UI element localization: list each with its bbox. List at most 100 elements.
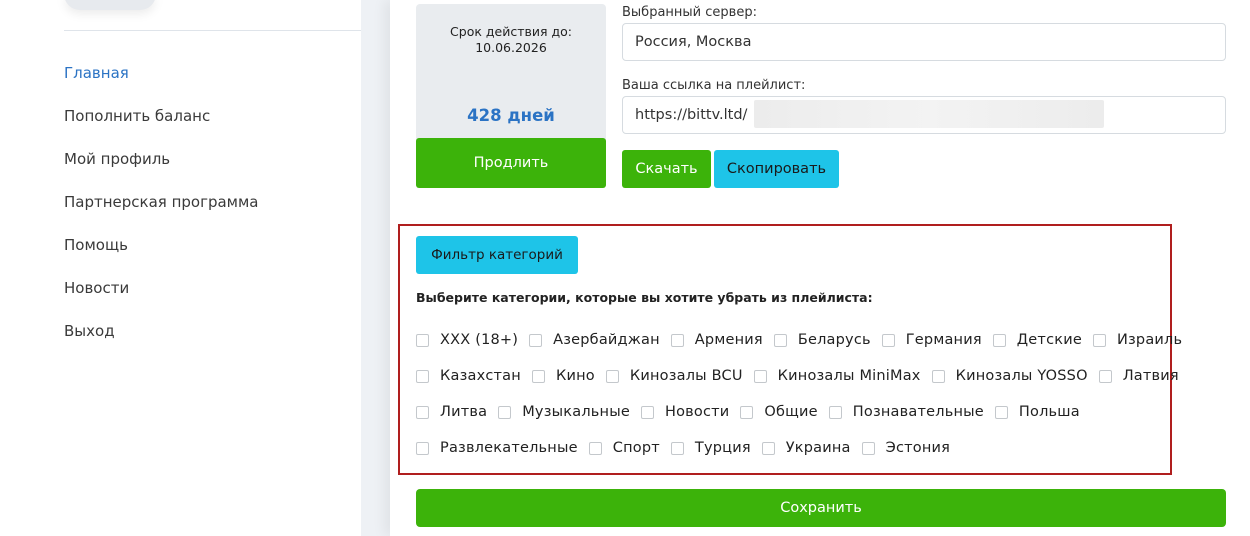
playlist-label: Ваша ссылка на плейлист: [622, 78, 806, 93]
category-checkbox[interactable] [670, 333, 684, 347]
category-label: Беларусь [797, 332, 871, 348]
redacted-link-mask [754, 100, 1104, 128]
category-checkbox[interactable] [931, 369, 945, 383]
category-option[interactable]: Литва [416, 404, 487, 420]
extend-button[interactable]: Продлить [416, 138, 606, 188]
page: Главная Пополнить баланс Мой профиль Пар… [0, 0, 1250, 536]
category-option[interactable]: Эстония [861, 440, 951, 456]
download-button[interactable]: Скачать [622, 150, 711, 188]
category-row: Развлекательные Спорт Турция Украина Эстония [416, 440, 961, 456]
expire-date: 10.06.2026 [475, 40, 547, 55]
category-label: Турция [694, 440, 751, 456]
category-option[interactable]: Польша [994, 404, 1080, 420]
category-checkbox[interactable] [740, 405, 754, 419]
category-checkbox[interactable] [531, 369, 545, 383]
category-label: Кинозалы YOSSO [955, 368, 1088, 384]
category-label: Кинозалы MiniMax [777, 368, 921, 384]
category-option[interactable]: Кинозалы YOSSO [931, 368, 1088, 384]
category-option[interactable]: Кино [531, 368, 595, 384]
category-option[interactable]: Казахстан [416, 368, 521, 384]
sidebar-item-logout[interactable]: Выход [64, 320, 259, 363]
category-label: Германия [905, 332, 982, 348]
category-checkbox[interactable] [588, 441, 602, 455]
category-label: Эстония [885, 440, 951, 456]
category-option[interactable]: Кинозалы MiniMax [753, 368, 921, 384]
category-option[interactable]: Новости [640, 404, 730, 420]
copy-button[interactable]: Скопировать [714, 150, 839, 188]
category-option[interactable]: Спорт [588, 440, 660, 456]
category-label: Армения [694, 332, 763, 348]
category-label: Кинозалы BCU [629, 368, 743, 384]
category-checkbox[interactable] [416, 405, 429, 419]
category-option[interactable]: Детские [992, 332, 1082, 348]
category-checkbox[interactable] [1098, 369, 1112, 383]
category-checkbox[interactable] [992, 333, 1006, 347]
category-label: Детские [1016, 332, 1082, 348]
category-row: XXX (18+) Азербайджан Армения Беларусь Герма… [416, 332, 1193, 348]
category-option[interactable]: Азербайджан [529, 332, 660, 348]
category-option[interactable]: Беларусь [773, 332, 871, 348]
category-option[interactable]: XXX (18+) [416, 332, 518, 348]
category-option[interactable]: Германия [881, 332, 982, 348]
server-field[interactable]: Россия, Москва [622, 23, 1226, 61]
sidebar-item-news[interactable]: Новости [64, 277, 259, 320]
subscription-box: Срок действия до: 10.06.2026 428 дней [416, 4, 606, 140]
sidebar-item-help[interactable]: Помощь [64, 234, 259, 277]
category-checkbox[interactable] [416, 333, 429, 347]
category-checkbox[interactable] [529, 333, 543, 347]
category-label: XXX (18+) [440, 332, 519, 348]
filter-instruction: Выберите категории, которые вы хотите уб… [416, 290, 873, 305]
sidebar-item-home[interactable]: Главная [64, 62, 259, 105]
category-option[interactable]: Израиль [1092, 332, 1183, 348]
sidebar-item-partner-program[interactable]: Партнерская программа [64, 191, 259, 234]
category-label: Азербайджан [553, 332, 660, 348]
category-checkbox[interactable] [670, 441, 684, 455]
category-option[interactable]: Армения [670, 332, 763, 348]
category-checkbox[interactable] [761, 441, 775, 455]
category-label: Спорт [612, 440, 660, 456]
sidebar-item-my-profile[interactable]: Мой профиль [64, 148, 259, 191]
category-option[interactable]: Общие [740, 404, 818, 420]
category-label: Кино [555, 368, 595, 384]
category-label: Польша [1018, 404, 1080, 420]
days-left: 428 дней [467, 106, 555, 125]
category-option[interactable]: Музыкальные [498, 404, 630, 420]
category-filter-button[interactable]: Фильтр категорий [416, 236, 578, 274]
category-checkbox[interactable] [416, 369, 429, 383]
category-label: Музыкальные [522, 404, 630, 420]
category-option[interactable]: Украина [761, 440, 851, 456]
category-option[interactable]: Познавательные [828, 404, 984, 420]
sidebar: Главная Пополнить баланс Мой профиль Пар… [0, 0, 361, 536]
sidebar-item-top-up-balance[interactable]: Пополнить баланс [64, 105, 259, 148]
category-row: Литва Музыкальные Новости Общие Познавательн… [416, 404, 1091, 420]
category-label: Новости [664, 404, 730, 420]
category-option[interactable]: Развлекательные [416, 440, 578, 456]
category-label: Общие [764, 404, 818, 420]
category-checkbox[interactable] [994, 405, 1008, 419]
server-label: Выбранный сервер: [622, 5, 757, 20]
category-label: Казахстан [440, 368, 521, 384]
save-button[interactable]: Сохранить [416, 489, 1226, 527]
category-label: Украина [785, 440, 851, 456]
category-label: Израиль [1116, 332, 1183, 348]
category-checkbox[interactable] [753, 369, 767, 383]
avatar [64, 0, 156, 10]
category-checkbox[interactable] [773, 333, 787, 347]
subscription-expire: Срок действия до: 10.06.2026 [416, 24, 606, 56]
category-row: Казахстан Кино Кинозалы BCU Кинозалы MiniMa… [416, 368, 1190, 384]
category-checkbox[interactable] [416, 441, 429, 455]
category-checkbox[interactable] [1092, 333, 1106, 347]
category-label: Литва [440, 404, 488, 420]
category-checkbox[interactable] [861, 441, 875, 455]
category-checkbox[interactable] [881, 333, 895, 347]
category-option[interactable]: Турция [670, 440, 751, 456]
expire-label: Срок действия до: [450, 24, 572, 39]
category-checkbox[interactable] [605, 369, 619, 383]
sidebar-divider [64, 30, 361, 31]
category-option[interactable]: Кинозалы BCU [605, 368, 743, 384]
category-label: Латвия [1122, 368, 1179, 384]
category-option[interactable]: Латвия [1098, 368, 1179, 384]
category-checkbox[interactable] [498, 405, 512, 419]
category-checkbox[interactable] [640, 405, 654, 419]
category-checkbox[interactable] [828, 405, 842, 419]
